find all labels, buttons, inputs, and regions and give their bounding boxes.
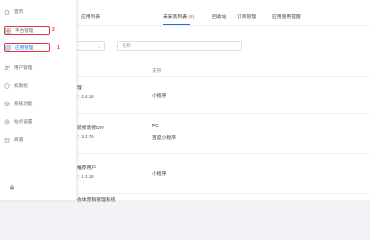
tab-subscriptions[interactable]: 订阅管理 [237, 13, 256, 20]
app-name: 理 [77, 86, 82, 91]
sidebar-item-label: 应用管理 [15, 44, 34, 50]
search-placeholder: 名称 [122, 43, 131, 48]
table-row: 会体营销管理系统 [77, 196, 370, 204]
sidebar-item-site-settings[interactable]: 站点设置 [4, 117, 50, 126]
sidebar-item-system[interactable]: 系统功能 [4, 99, 50, 108]
tab-bar: 应用列表 未安装列表 (4) 回收站 订阅管理 应用使用提醒 [77, 13, 370, 25]
annotation-marker: 2 [52, 27, 55, 33]
sidebar-item-apps[interactable]: 应用管理 [4, 43, 50, 52]
app-name: 推荐用户 [77, 166, 97, 171]
table-row: 推荐用户 ：1.3.18 小程序 [77, 164, 370, 194]
app-version: ：2.4.16 [77, 94, 94, 99]
layers-icon [4, 101, 10, 107]
sidebar-item-permissions[interactable]: 权限组 [4, 81, 50, 90]
tab-app-list[interactable]: 应用列表 [81, 13, 100, 20]
sidebar-item-label: 平台管理 [15, 27, 34, 33]
sidebar: 首页 平台管理 2 应用管理 1 用户管理 权限组 系统功能 站点设置 商城 [0, 0, 77, 200]
support-platform: 小程序 [152, 94, 167, 99]
table-row: 理 ：2.4.16 小程序 [77, 84, 370, 114]
support-platform: 百度小程序 [152, 136, 176, 141]
divider [77, 25, 370, 26]
main-content: 应用列表 未安装列表 (4) 回收站 订阅管理 应用使用提醒 ⌄ 名称 支持 理… [77, 0, 370, 203]
shield-icon [4, 82, 10, 89]
sidebar-item-label: 系统功能 [14, 100, 33, 106]
tab-count-badge: (4) [188, 15, 195, 20]
app-version: ：1.3.18 [77, 174, 94, 179]
sidebar-item-users[interactable]: 用户管理 [4, 63, 50, 72]
grid-icon [5, 27, 11, 34]
sidebar-item-label: 站点设置 [14, 118, 33, 124]
gear-icon [4, 118, 10, 125]
sidebar-item-label: 商城 [14, 136, 24, 142]
tab-recycle-bin[interactable]: 回收站 [212, 13, 226, 20]
support-platform: 小程序 [152, 172, 167, 177]
support-platform: PC [152, 124, 159, 129]
table-row: 装修装修DIY ：3.2.76 PC 百度小程序 [77, 124, 370, 154]
tab-uninstalled[interactable]: 未安装列表 (4) [163, 13, 194, 20]
divider [77, 76, 370, 77]
lock-icon[interactable] [9, 184, 15, 190]
app-name: 装修装修DIY [77, 126, 105, 131]
sidebar-item-label: 用户管理 [14, 64, 33, 70]
app-name: 会体营销管理系统 [77, 198, 116, 203]
sidebar-item-platform[interactable]: 平台管理 [4, 26, 50, 35]
tab-usage-reminder[interactable]: 应用使用提醒 [272, 13, 301, 20]
home-icon [4, 9, 10, 15]
chevron-down-icon: ⌄ [97, 44, 101, 49]
filter-select[interactable]: ⌄ [77, 41, 105, 51]
app-icon [5, 45, 11, 51]
search-input[interactable]: 名称 [117, 41, 242, 51]
store-icon [4, 137, 10, 143]
sidebar-item-label: 首页 [14, 8, 24, 14]
sidebar-item-store[interactable]: 商城 [4, 135, 50, 144]
users-icon [4, 65, 10, 71]
tab-label: 未安装列表 [163, 15, 187, 20]
annotation-marker: 1 [57, 45, 60, 51]
sidebar-item-home[interactable]: 首页 [4, 7, 50, 16]
app-version: ：3.2.76 [77, 134, 94, 139]
column-header-support: 支持 [152, 68, 162, 73]
sidebar-item-label: 权限组 [14, 82, 28, 88]
